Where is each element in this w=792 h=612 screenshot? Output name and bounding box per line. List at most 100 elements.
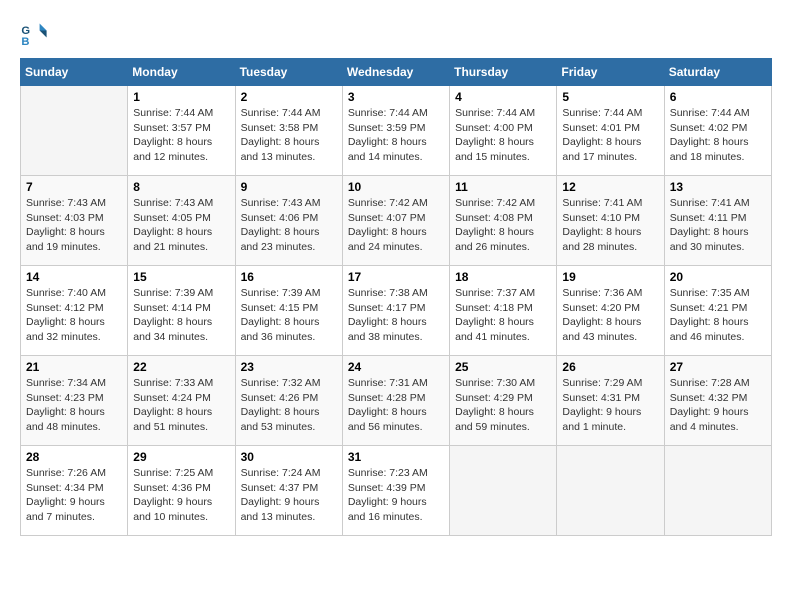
- day-number: 31: [348, 450, 444, 464]
- calendar-cell: 23 Sunrise: 7:32 AMSunset: 4:26 PMDayligh…: [235, 356, 342, 446]
- week-row-2: 7 Sunrise: 7:43 AMSunset: 4:03 PMDaylight…: [21, 176, 772, 266]
- calendar-cell: 13 Sunrise: 7:41 AMSunset: 4:11 PMDayligh…: [664, 176, 771, 266]
- day-info: Sunrise: 7:44 AMSunset: 3:57 PMDaylight:…: [133, 106, 229, 165]
- calendar-cell: 18Sunrise: 7:37 AMSunset: 4:18 PMDayligh…: [450, 266, 557, 356]
- calendar-cell: 21Sunrise: 7:34 AMSunset: 4:23 PMDayligh…: [21, 356, 128, 446]
- day-number: 3: [348, 90, 444, 104]
- column-header-saturday: Saturday: [664, 59, 771, 86]
- calendar-cell: 20 Sunrise: 7:35 AMSunset: 4:21 PMDayligh…: [664, 266, 771, 356]
- day-info: Sunrise: 7:23 AMSunset: 4:39 PMDaylight:…: [348, 466, 444, 525]
- day-info: Sunrise: 7:35 AMSunset: 4:21 PMDaylight:…: [670, 286, 766, 345]
- calendar-cell: 9 Sunrise: 7:43 AMSunset: 4:06 PMDaylight…: [235, 176, 342, 266]
- calendar-cell: [557, 446, 664, 536]
- calendar-cell: 31 Sunrise: 7:23 AMSunset: 4:39 PMDayligh…: [342, 446, 449, 536]
- calendar-cell: 28 Sunrise: 7:26 AMSunset: 4:34 PMDayligh…: [21, 446, 128, 536]
- day-info: Sunrise: 7:41 AMSunset: 4:10 PMDaylight:…: [562, 196, 658, 255]
- day-info: Sunrise: 7:36 AMSunset: 4:20 PMDaylight:…: [562, 286, 658, 345]
- calendar-cell: 15 Sunrise: 7:39 AMSunset: 4:14 PMDayligh…: [128, 266, 235, 356]
- day-info: Sunrise: 7:32 AMSunset: 4:26 PMDaylight:…: [241, 376, 337, 435]
- day-number: 17: [348, 270, 444, 284]
- calendar-cell: [450, 446, 557, 536]
- day-number: 10: [348, 180, 444, 194]
- day-number: 2: [241, 90, 337, 104]
- header-row: SundayMondayTuesdayWednesdayThursdayFrid…: [21, 59, 772, 86]
- day-info: Sunrise: 7:39 AMSunset: 4:15 PMDaylight:…: [241, 286, 337, 345]
- day-info: Sunrise: 7:42 AMSunset: 4:07 PMDaylight:…: [348, 196, 444, 255]
- calendar-cell: 25Sunrise: 7:30 AMSunset: 4:29 PMDayligh…: [450, 356, 557, 446]
- day-info: Sunrise: 7:44 AMSunset: 4:00 PMDaylight:…: [455, 106, 551, 165]
- calendar-cell: 2 Sunrise: 7:44 AMSunset: 3:58 PMDaylight…: [235, 86, 342, 176]
- calendar-cell: 26Sunrise: 7:29 AMSunset: 4:31 PMDayligh…: [557, 356, 664, 446]
- day-number: 11: [455, 180, 551, 194]
- calendar-cell: 14 Sunrise: 7:40 AMSunset: 4:12 PMDayligh…: [21, 266, 128, 356]
- calendar-cell: 27 Sunrise: 7:28 AMSunset: 4:32 PMDayligh…: [664, 356, 771, 446]
- day-info: Sunrise: 7:44 AMSunset: 3:59 PMDaylight:…: [348, 106, 444, 165]
- header: G B: [20, 20, 772, 48]
- day-info: Sunrise: 7:39 AMSunset: 4:14 PMDaylight:…: [133, 286, 229, 345]
- day-info: Sunrise: 7:25 AMSunset: 4:36 PMDaylight:…: [133, 466, 229, 525]
- calendar-cell: 24Sunrise: 7:31 AMSunset: 4:28 PMDayligh…: [342, 356, 449, 446]
- day-info: Sunrise: 7:41 AMSunset: 4:11 PMDaylight:…: [670, 196, 766, 255]
- svg-text:G: G: [21, 25, 30, 37]
- day-number: 13: [670, 180, 766, 194]
- calendar-cell: 3 Sunrise: 7:44 AMSunset: 3:59 PMDaylight…: [342, 86, 449, 176]
- calendar-cell: 30 Sunrise: 7:24 AMSunset: 4:37 PMDayligh…: [235, 446, 342, 536]
- logo: G B: [20, 20, 54, 48]
- week-row-5: 28 Sunrise: 7:26 AMSunset: 4:34 PMDayligh…: [21, 446, 772, 536]
- calendar-cell: [664, 446, 771, 536]
- day-number: 28: [26, 450, 122, 464]
- week-row-4: 21Sunrise: 7:34 AMSunset: 4:23 PMDayligh…: [21, 356, 772, 446]
- day-info: Sunrise: 7:44 AMSunset: 3:58 PMDaylight:…: [241, 106, 337, 165]
- day-number: 30: [241, 450, 337, 464]
- day-info: Sunrise: 7:31 AMSunset: 4:28 PMDaylight:…: [348, 376, 444, 435]
- day-number: 23: [241, 360, 337, 374]
- day-number: 25: [455, 360, 551, 374]
- calendar-cell: 7 Sunrise: 7:43 AMSunset: 4:03 PMDaylight…: [21, 176, 128, 266]
- day-number: 15: [133, 270, 229, 284]
- calendar-cell: 5Sunrise: 7:44 AMSunset: 4:01 PMDaylight…: [557, 86, 664, 176]
- week-row-3: 14 Sunrise: 7:40 AMSunset: 4:12 PMDayligh…: [21, 266, 772, 356]
- day-info: Sunrise: 7:28 AMSunset: 4:32 PMDaylight:…: [670, 376, 766, 435]
- day-number: 6: [670, 90, 766, 104]
- column-header-monday: Monday: [128, 59, 235, 86]
- calendar-cell: 6Sunrise: 7:44 AMSunset: 4:02 PMDaylight…: [664, 86, 771, 176]
- column-header-friday: Friday: [557, 59, 664, 86]
- day-number: 9: [241, 180, 337, 194]
- calendar-cell: 12 Sunrise: 7:41 AMSunset: 4:10 PMDayligh…: [557, 176, 664, 266]
- day-number: 7: [26, 180, 122, 194]
- calendar-cell: 4 Sunrise: 7:44 AMSunset: 4:00 PMDaylight…: [450, 86, 557, 176]
- calendar-cell: 8Sunrise: 7:43 AMSunset: 4:05 PMDaylight…: [128, 176, 235, 266]
- calendar-cell: 17 Sunrise: 7:38 AMSunset: 4:17 PMDayligh…: [342, 266, 449, 356]
- calendar-cell: 1 Sunrise: 7:44 AMSunset: 3:57 PMDaylight…: [128, 86, 235, 176]
- day-info: Sunrise: 7:43 AMSunset: 4:06 PMDaylight:…: [241, 196, 337, 255]
- column-header-thursday: Thursday: [450, 59, 557, 86]
- calendar-cell: [21, 86, 128, 176]
- day-number: 20: [670, 270, 766, 284]
- day-number: 4: [455, 90, 551, 104]
- column-header-wednesday: Wednesday: [342, 59, 449, 86]
- day-number: 12: [562, 180, 658, 194]
- day-info: Sunrise: 7:38 AMSunset: 4:17 PMDaylight:…: [348, 286, 444, 345]
- day-info: Sunrise: 7:37 AMSunset: 4:18 PMDaylight:…: [455, 286, 551, 345]
- day-info: Sunrise: 7:40 AMSunset: 4:12 PMDaylight:…: [26, 286, 122, 345]
- day-info: Sunrise: 7:43 AMSunset: 4:03 PMDaylight:…: [26, 196, 122, 255]
- day-info: Sunrise: 7:43 AMSunset: 4:05 PMDaylight:…: [133, 196, 229, 255]
- day-number: 14: [26, 270, 122, 284]
- day-info: Sunrise: 7:33 AMSunset: 4:24 PMDaylight:…: [133, 376, 229, 435]
- calendar-cell: 22Sunrise: 7:33 AMSunset: 4:24 PMDayligh…: [128, 356, 235, 446]
- day-number: 1: [133, 90, 229, 104]
- day-number: 16: [241, 270, 337, 284]
- day-info: Sunrise: 7:24 AMSunset: 4:37 PMDaylight:…: [241, 466, 337, 525]
- day-number: 21: [26, 360, 122, 374]
- column-header-tuesday: Tuesday: [235, 59, 342, 86]
- day-info: Sunrise: 7:26 AMSunset: 4:34 PMDaylight:…: [26, 466, 122, 525]
- calendar-cell: 11Sunrise: 7:42 AMSunset: 4:08 PMDayligh…: [450, 176, 557, 266]
- week-row-1: 1 Sunrise: 7:44 AMSunset: 3:57 PMDaylight…: [21, 86, 772, 176]
- day-number: 29: [133, 450, 229, 464]
- column-header-sunday: Sunday: [21, 59, 128, 86]
- calendar-cell: 16 Sunrise: 7:39 AMSunset: 4:15 PMDayligh…: [235, 266, 342, 356]
- day-info: Sunrise: 7:29 AMSunset: 4:31 PMDaylight:…: [562, 376, 658, 435]
- day-number: 27: [670, 360, 766, 374]
- calendar-cell: 29 Sunrise: 7:25 AMSunset: 4:36 PMDayligh…: [128, 446, 235, 536]
- day-number: 19: [562, 270, 658, 284]
